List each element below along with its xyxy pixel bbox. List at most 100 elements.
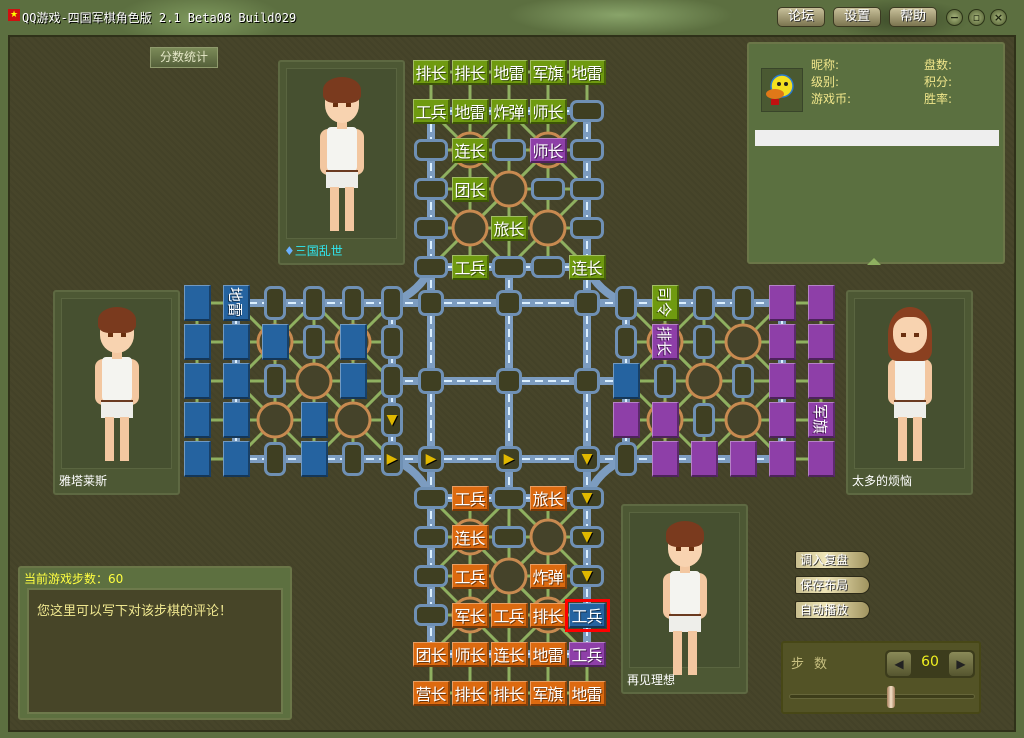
autoplay-button[interactable]: 自动播放 bbox=[795, 601, 870, 619]
step-slider-thumb[interactable] bbox=[887, 686, 896, 708]
camp[interactable] bbox=[529, 209, 567, 247]
post[interactable] bbox=[264, 286, 286, 320]
hidden-piece[interactable] bbox=[183, 324, 211, 360]
hidden-piece[interactable] bbox=[300, 441, 328, 477]
hidden-piece[interactable] bbox=[339, 363, 367, 399]
piece[interactable]: 工兵 bbox=[451, 485, 489, 511]
expand-arrow-icon[interactable] bbox=[867, 258, 881, 265]
hidden-piece[interactable] bbox=[807, 285, 835, 321]
piece[interactable]: 地雷 bbox=[568, 680, 606, 706]
load-replay-button[interactable]: 调入复盘 bbox=[795, 551, 870, 569]
hidden-piece[interactable] bbox=[768, 402, 796, 438]
post[interactable] bbox=[693, 325, 715, 359]
hidden-piece[interactable] bbox=[183, 402, 211, 438]
piece[interactable]: 营长 bbox=[412, 680, 450, 706]
post[interactable] bbox=[531, 256, 565, 278]
camp[interactable] bbox=[685, 362, 723, 400]
camp[interactable] bbox=[490, 557, 528, 595]
post[interactable] bbox=[303, 325, 325, 359]
hidden-piece[interactable] bbox=[651, 402, 679, 438]
post[interactable] bbox=[732, 286, 754, 320]
piece[interactable]: 地雷 bbox=[529, 641, 567, 667]
piece[interactable]: 排长 bbox=[412, 59, 450, 85]
hidden-piece[interactable] bbox=[222, 402, 250, 438]
hidden-piece[interactable] bbox=[300, 402, 328, 438]
post[interactable] bbox=[615, 442, 637, 476]
hidden-piece[interactable] bbox=[183, 363, 211, 399]
comment-input[interactable]: 您这里可以写下对该步棋的评论！ bbox=[27, 588, 283, 714]
camp[interactable] bbox=[295, 362, 333, 400]
post[interactable] bbox=[264, 364, 286, 398]
hidden-piece[interactable] bbox=[261, 324, 289, 360]
post[interactable] bbox=[418, 290, 444, 316]
piece[interactable]: 炸弹 bbox=[529, 563, 567, 589]
post[interactable] bbox=[342, 286, 364, 320]
hidden-piece[interactable] bbox=[768, 363, 796, 399]
hidden-piece[interactable] bbox=[807, 363, 835, 399]
post[interactable] bbox=[654, 364, 676, 398]
post[interactable] bbox=[492, 139, 526, 161]
camp[interactable] bbox=[334, 401, 372, 439]
hidden-piece[interactable] bbox=[612, 402, 640, 438]
piece[interactable]: 师长 bbox=[529, 98, 567, 124]
post[interactable] bbox=[693, 286, 715, 320]
next-step-icon[interactable]: ▶ bbox=[949, 652, 973, 676]
post[interactable] bbox=[381, 286, 403, 320]
post[interactable] bbox=[342, 442, 364, 476]
post[interactable] bbox=[492, 256, 526, 278]
post[interactable] bbox=[414, 604, 448, 626]
piece[interactable]: 炸弹 bbox=[490, 98, 528, 124]
hidden-piece[interactable] bbox=[768, 285, 796, 321]
post[interactable] bbox=[574, 368, 600, 394]
post[interactable] bbox=[615, 325, 637, 359]
piece[interactable]: 连长 bbox=[490, 641, 528, 667]
hidden-piece[interactable] bbox=[729, 441, 757, 477]
post[interactable] bbox=[381, 325, 403, 359]
piece[interactable]: 地雷 bbox=[222, 285, 250, 321]
piece[interactable]: 排长 bbox=[490, 680, 528, 706]
piece[interactable]: 军旗 bbox=[807, 402, 835, 438]
hidden-piece[interactable] bbox=[768, 324, 796, 360]
post[interactable] bbox=[570, 139, 604, 161]
piece[interactable]: 司令 bbox=[651, 285, 679, 321]
post[interactable] bbox=[615, 286, 637, 320]
hidden-piece[interactable] bbox=[183, 441, 211, 477]
piece[interactable]: 团长 bbox=[412, 641, 450, 667]
piece[interactable]: 连长 bbox=[451, 137, 489, 163]
piece[interactable]: 工兵 bbox=[490, 602, 528, 628]
piece[interactable]: 工兵 bbox=[568, 641, 606, 667]
hidden-piece[interactable] bbox=[183, 285, 211, 321]
hidden-piece[interactable] bbox=[612, 363, 640, 399]
piece[interactable]: 军旗 bbox=[529, 59, 567, 85]
piece[interactable]: 军长 bbox=[451, 602, 489, 628]
piece[interactable]: 地雷 bbox=[451, 98, 489, 124]
camp[interactable] bbox=[724, 323, 762, 361]
prev-step-icon[interactable]: ◀ bbox=[887, 652, 911, 676]
post[interactable] bbox=[574, 290, 600, 316]
piece[interactable]: 工兵 bbox=[412, 98, 450, 124]
piece[interactable]: 地雷 bbox=[490, 59, 528, 85]
post[interactable] bbox=[414, 526, 448, 548]
piece[interactable]: 地雷 bbox=[568, 59, 606, 85]
hidden-piece[interactable] bbox=[222, 324, 250, 360]
hidden-piece[interactable] bbox=[768, 441, 796, 477]
hidden-piece[interactable] bbox=[222, 441, 250, 477]
post[interactable] bbox=[303, 286, 325, 320]
post[interactable] bbox=[264, 442, 286, 476]
hidden-piece[interactable] bbox=[222, 363, 250, 399]
camp[interactable] bbox=[490, 170, 528, 208]
step-slider[interactable] bbox=[789, 686, 975, 708]
post[interactable] bbox=[732, 364, 754, 398]
post[interactable] bbox=[570, 178, 604, 200]
post[interactable] bbox=[496, 290, 522, 316]
piece[interactable]: 旅长 bbox=[529, 485, 567, 511]
hidden-piece[interactable] bbox=[651, 441, 679, 477]
post[interactable] bbox=[414, 256, 448, 278]
hidden-piece[interactable] bbox=[339, 324, 367, 360]
hidden-piece[interactable] bbox=[807, 441, 835, 477]
post[interactable] bbox=[414, 487, 448, 509]
post[interactable] bbox=[381, 364, 403, 398]
post[interactable] bbox=[418, 368, 444, 394]
camp[interactable] bbox=[451, 209, 489, 247]
post[interactable] bbox=[414, 178, 448, 200]
